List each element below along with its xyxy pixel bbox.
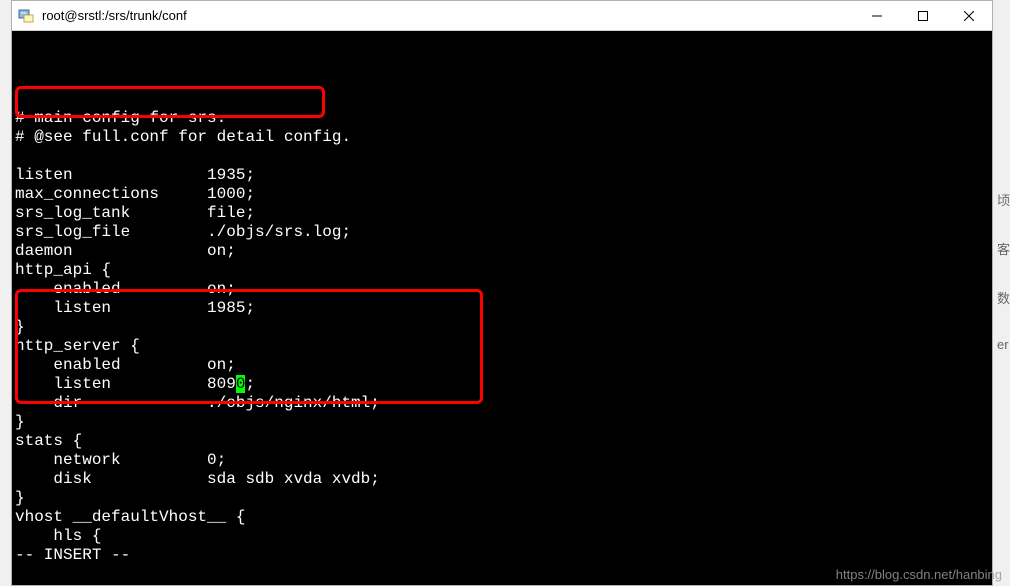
background-text: 顷 客 数 er bbox=[997, 190, 1010, 382]
titlebar[interactable]: root@srstl:/srs/trunk/conf bbox=[12, 1, 992, 31]
app-window: root@srstl:/srs/trunk/conf # main config… bbox=[11, 0, 993, 586]
window-controls bbox=[854, 1, 992, 30]
terminal-content[interactable]: # main config for srs. # @see full.conf … bbox=[12, 31, 992, 585]
maximize-button[interactable] bbox=[900, 1, 946, 31]
watermark-url: https://blog.csdn.net/hanbing bbox=[836, 567, 1002, 582]
putty-icon bbox=[18, 8, 34, 24]
window-title: root@srstl:/srs/trunk/conf bbox=[42, 8, 854, 23]
close-button[interactable] bbox=[946, 1, 992, 31]
terminal-text: # main config for srs. # @see full.conf … bbox=[15, 109, 992, 565]
cursor: 0 bbox=[236, 375, 246, 393]
minimize-button[interactable] bbox=[854, 1, 900, 31]
